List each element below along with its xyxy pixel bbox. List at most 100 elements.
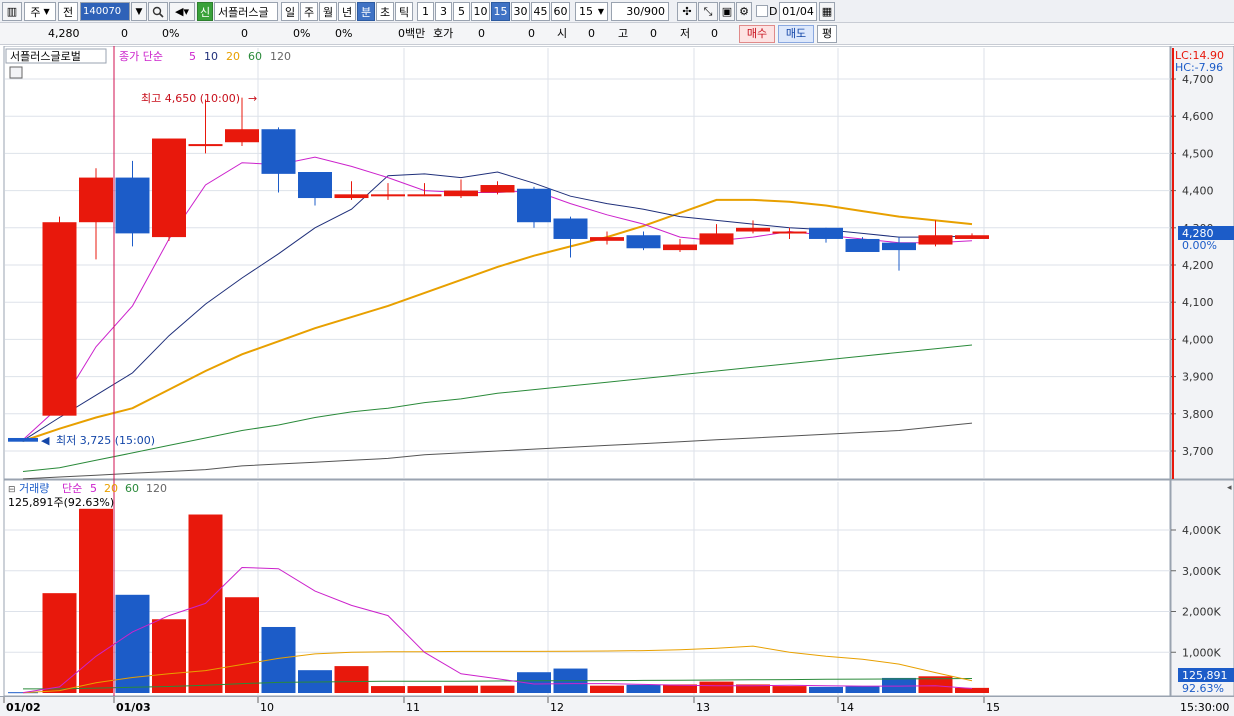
volume-bar <box>626 684 661 693</box>
volume-tick-label-1: 3,000K <box>1182 565 1221 578</box>
save-icon[interactable]: ▣ <box>719 2 735 21</box>
candle-body <box>553 218 588 239</box>
prev-button[interactable]: 전 <box>58 2 78 21</box>
ma-legend-20: 20 <box>226 50 240 63</box>
volume-summary: 125,891주(92.63%) <box>8 496 114 509</box>
volume-axis-bg <box>1170 479 1234 697</box>
volume-bar <box>699 681 734 693</box>
buy-button[interactable]: 매수 <box>739 25 775 43</box>
volume-bar <box>809 686 843 693</box>
price-tick-label-0: 4,700 <box>1182 73 1214 86</box>
interval-tab-1[interactable]: 1 <box>417 2 434 21</box>
period-tab-5[interactable]: 초 <box>376 2 394 21</box>
candle-body <box>407 194 442 197</box>
candle-body <box>188 144 223 147</box>
volume-bar <box>225 597 259 693</box>
period-tab-3[interactable]: 년 <box>338 2 356 21</box>
quote-change-pct: 0% <box>162 27 180 40</box>
quote-change: 0 <box>121 27 128 40</box>
table-toggle-icon[interactable] <box>9 66 23 79</box>
sell-button[interactable]: 매도 <box>778 25 814 43</box>
time-label-4: 12 <box>550 701 564 714</box>
stock-tab-label[interactable]: 서플러스글로벌 <box>10 50 81 63</box>
pane-resize-icon[interactable]: ◂ <box>1227 483 1232 493</box>
candle-body <box>480 185 515 193</box>
candle-body <box>882 242 916 251</box>
volume-ma-legend-20: 20 <box>104 482 118 495</box>
interval-tab-10[interactable]: 10 <box>471 2 490 21</box>
hc-label: HC:-7.96 <box>1175 61 1223 74</box>
search-icon[interactable] <box>148 2 168 21</box>
time-label-6: 14 <box>840 701 854 714</box>
candle-body <box>626 235 661 249</box>
market-select[interactable]: 주 ▼ <box>24 2 56 21</box>
date-input[interactable]: 01/04 <box>779 2 817 21</box>
speaker-icon[interactable]: ◀▾ <box>169 2 195 21</box>
interval-tab-5[interactable]: 5 <box>453 2 470 21</box>
period-tab-2[interactable]: 월 <box>319 2 337 21</box>
period-tab-4[interactable]: 분 <box>357 2 375 21</box>
volume-bar <box>334 666 369 693</box>
candle-body <box>334 194 369 199</box>
quote-volume-pct2: 0% <box>335 27 353 40</box>
period-tab-6[interactable]: 틱 <box>395 2 413 21</box>
interval-tab-45[interactable]: 45 <box>531 2 550 21</box>
market-label: 주 <box>30 5 41 19</box>
chart-area[interactable]: 4,7004,6004,5004,4004,3004,2004,1004,000… <box>0 45 1234 697</box>
chart-menu-icon[interactable]: ▥ <box>2 2 22 21</box>
candle-body <box>517 188 551 223</box>
ma-legend-120: 120 <box>270 50 291 63</box>
line-draw-icon[interactable]: ⤡ <box>698 2 718 21</box>
stock-code-input[interactable]: 140070 <box>80 2 130 21</box>
interval-tab-3[interactable]: 3 <box>435 2 452 21</box>
candle-body <box>79 177 113 223</box>
time-labels: 01/02 01/03 10 11 12 13 14 15 <box>3 697 1000 714</box>
volume-ma-legend-120: 120 <box>146 482 167 495</box>
stock-name-field[interactable]: 서플러스글 <box>214 2 278 21</box>
crosshair-icon[interactable]: ✣ <box>677 2 697 21</box>
price-tick-label-3: 4,400 <box>1182 185 1214 198</box>
volume-tick-label-0: 4,000K <box>1182 524 1221 537</box>
price-volume-chart[interactable]: 4,7004,6004,5004,4004,3004,2004,1004,000… <box>0 45 1234 697</box>
bid-value: 0 <box>478 27 485 40</box>
interval-select[interactable]: 15 ▼ <box>575 2 608 21</box>
volume-bar <box>152 619 186 693</box>
time-label-1: 01/03 <box>116 701 151 714</box>
volume-ma-legend-5: 5 <box>90 482 97 495</box>
date-checkbox[interactable] <box>756 5 768 17</box>
calendar-icon[interactable]: ▦ <box>819 2 835 21</box>
chevron-down-icon: ▼ <box>597 7 604 16</box>
indicator-label: 종가 단순 <box>119 50 163 63</box>
period-tab-1[interactable]: 주 <box>300 2 318 21</box>
current-pct: 0.00% <box>1182 239 1217 252</box>
interval-tab-60[interactable]: 60 <box>551 2 570 21</box>
low-annotation: 최저 3,725 (15:00) <box>56 434 155 447</box>
collapse-icon[interactable]: ⊟ <box>8 485 16 495</box>
candle-body <box>845 238 880 252</box>
period-tab-0[interactable]: 일 <box>281 2 299 21</box>
gear-icon[interactable]: ⚙ <box>736 2 752 21</box>
count-field[interactable]: 30/900 <box>611 2 669 21</box>
volume-bar <box>590 685 624 693</box>
candle-body <box>225 129 259 143</box>
volume-indicator-label: 단순 <box>62 482 82 495</box>
high-label: 고 <box>618 27 629 40</box>
time-label-5: 13 <box>696 701 710 714</box>
quote-volume: 0 <box>241 27 248 40</box>
candle-body <box>955 235 989 239</box>
candle-body <box>115 177 150 234</box>
candle-body <box>590 237 624 241</box>
price-tick-label-5: 4,200 <box>1182 259 1214 272</box>
volume-bar <box>444 685 478 693</box>
price-tick-label-9: 3,800 <box>1182 408 1214 421</box>
volume-tick-label-3: 1,000K <box>1182 646 1221 659</box>
interval-tab-15[interactable]: 15 <box>491 2 510 21</box>
eval-button[interactable]: 평 <box>817 25 837 43</box>
time-axis-right-label: 15:30:00 <box>1180 701 1229 714</box>
code-dropdown-icon[interactable]: ▼ <box>131 2 147 21</box>
interval-tab-30[interactable]: 30 <box>511 2 530 21</box>
volume-bar <box>42 593 77 693</box>
low-value: 0 <box>711 27 718 40</box>
volume-current-pct: 92.63% <box>1182 682 1224 695</box>
time-label-7: 15 <box>986 701 1000 714</box>
